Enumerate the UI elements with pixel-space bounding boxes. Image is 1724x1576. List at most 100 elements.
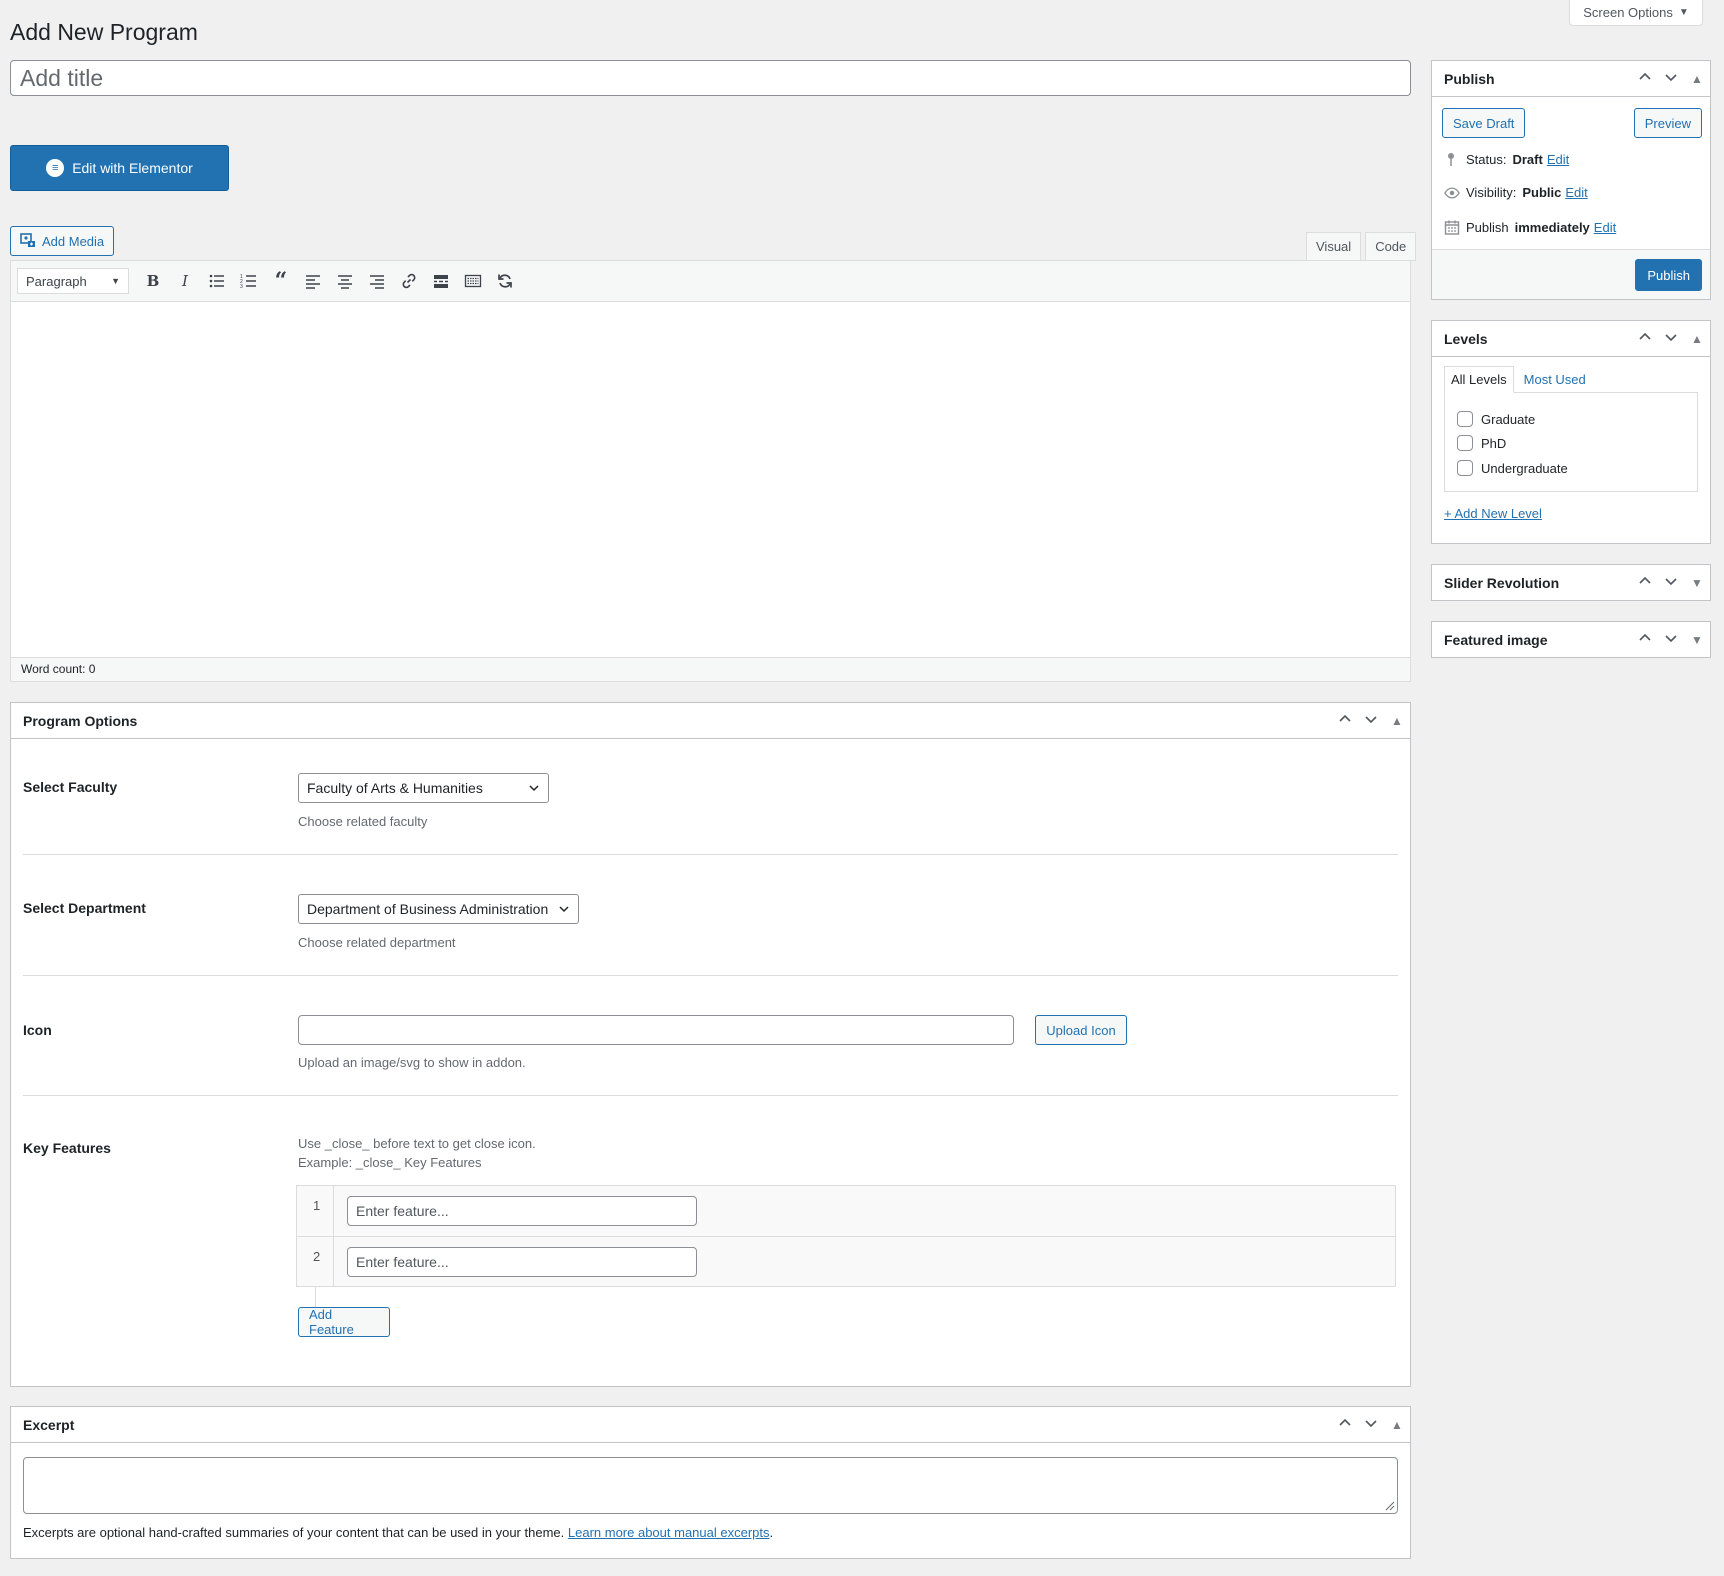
screen-options-button[interactable]: Screen Options ▼ — [1569, 0, 1703, 26]
edit-publish-time-link[interactable]: Edit — [1594, 220, 1616, 235]
add-media-button[interactable]: Add Media — [10, 226, 114, 256]
move-down-icon[interactable] — [1358, 1416, 1384, 1433]
edit-with-elementor-button[interactable]: ≡ Edit with Elementor — [10, 145, 229, 191]
edit-with-elementor-label: Edit with Elementor — [72, 160, 193, 176]
level-item-label: PhD — [1481, 435, 1507, 451]
move-down-icon[interactable] — [1658, 70, 1684, 87]
toggle-panel-icon[interactable]: ▼ — [1684, 576, 1710, 590]
toggle-panel-icon[interactable]: ▲ — [1384, 714, 1410, 728]
move-down-icon[interactable] — [1358, 712, 1384, 729]
toggle-panel-icon[interactable]: ▲ — [1684, 332, 1710, 346]
key-features-label: Key Features — [23, 1140, 111, 1156]
toolbar-toggle-icon[interactable] — [459, 267, 487, 295]
refresh-icon[interactable] — [491, 267, 519, 295]
bullet-list-icon[interactable] — [203, 267, 231, 295]
add-media-label: Add Media — [42, 233, 105, 249]
feature-input[interactable] — [347, 1247, 697, 1277]
move-down-icon[interactable] — [1658, 330, 1684, 347]
department-select[interactable]: Department of Business Administration — [298, 894, 579, 924]
department-description: Choose related department — [298, 935, 456, 950]
excerpt-help-text: Excerpts are optional hand-crafted summa… — [23, 1525, 565, 1540]
table-connector — [315, 1287, 316, 1307]
levels-title: Levels — [1444, 330, 1488, 347]
format-select[interactable]: Paragraph ▼ — [17, 268, 129, 294]
status-label: Status: — [1466, 151, 1507, 167]
save-draft-button[interactable]: Save Draft — [1442, 108, 1526, 138]
row-divider — [333, 1237, 334, 1286]
content-editor: Paragraph ▼ B I 123 “ Word count: 0 — [10, 260, 1411, 682]
align-left-icon[interactable] — [299, 267, 327, 295]
editor-content-area[interactable] — [11, 302, 1410, 657]
toggle-panel-icon[interactable]: ▼ — [1684, 633, 1710, 647]
preview-button[interactable]: Preview — [1633, 108, 1702, 138]
add-feature-button[interactable]: Add Feature — [298, 1307, 390, 1337]
move-down-icon[interactable] — [1658, 631, 1684, 648]
level-item-label: Undergraduate — [1481, 460, 1568, 476]
format-select-value: Paragraph — [26, 273, 87, 289]
icon-url-input[interactable] — [298, 1015, 1014, 1045]
levels-box: Levels ▲ Graduate PhD Undergraduate All … — [1431, 320, 1711, 544]
align-center-icon[interactable] — [331, 267, 359, 295]
edit-status-link[interactable]: Edit — [1547, 152, 1569, 167]
eye-icon — [1444, 186, 1460, 200]
title-input[interactable] — [10, 60, 1411, 96]
checkbox[interactable] — [1457, 411, 1473, 427]
checkbox[interactable] — [1457, 460, 1473, 476]
tab-most-used[interactable]: Most Used — [1514, 366, 1592, 393]
editor-toolbar: Paragraph ▼ B I 123 “ — [11, 261, 1410, 302]
excerpt-box: Excerpt ▲ Excerpts are optional hand-cra… — [10, 1406, 1411, 1559]
bold-icon[interactable]: B — [139, 267, 167, 295]
slider-revolution-title: Slider Revolution — [1444, 574, 1560, 591]
level-item[interactable]: PhD — [1457, 435, 1506, 451]
faculty-select[interactable]: Faculty of Arts & Humanities — [298, 773, 549, 803]
publish-title: Publish — [1444, 70, 1495, 87]
tab-all-levels[interactable]: All Levels — [1444, 366, 1514, 393]
tab-visual[interactable]: Visual — [1306, 232, 1362, 261]
level-item[interactable]: Undergraduate — [1457, 460, 1568, 476]
features-help-line-1: Use _close_ before text to get close ico… — [298, 1136, 536, 1151]
status-value: Draft — [1512, 151, 1543, 167]
italic-icon[interactable]: I — [171, 267, 199, 295]
add-media-icon — [20, 232, 36, 251]
move-up-icon[interactable] — [1632, 70, 1658, 87]
edit-visibility-link[interactable]: Edit — [1565, 185, 1587, 200]
publish-box: Publish ▲ Save Draft Preview Status: Dra… — [1431, 60, 1711, 300]
toggle-panel-icon[interactable]: ▲ — [1384, 1418, 1410, 1432]
publish-button[interactable]: Publish — [1635, 259, 1702, 291]
feature-row-number: 2 — [313, 1249, 321, 1264]
move-down-icon[interactable] — [1658, 574, 1684, 591]
toggle-panel-icon[interactable]: ▲ — [1684, 72, 1710, 86]
department-select-value: Department of Business Administration — [307, 901, 549, 917]
move-up-icon[interactable] — [1632, 330, 1658, 347]
excerpt-textarea[interactable] — [23, 1457, 1398, 1514]
blockquote-icon[interactable]: “ — [267, 267, 295, 295]
read-more-icon[interactable] — [427, 267, 455, 295]
move-up-icon[interactable] — [1332, 1416, 1358, 1433]
screen-options-label: Screen Options — [1583, 5, 1673, 20]
pin-icon — [1444, 151, 1460, 167]
move-up-icon[interactable] — [1332, 712, 1358, 729]
faculty-label: Select Faculty — [23, 779, 118, 795]
publish-time-row: Publish immediately Edit — [1444, 219, 1616, 235]
level-item[interactable]: Graduate — [1457, 411, 1535, 427]
link-icon[interactable] — [395, 267, 423, 295]
icon-description: Upload an image/svg to show in addon. — [298, 1055, 526, 1070]
tab-code[interactable]: Code — [1365, 232, 1417, 261]
visibility-row: Visibility: Public Edit — [1444, 185, 1588, 200]
department-label: Select Department — [23, 900, 146, 916]
resize-handle-icon[interactable] — [1383, 1499, 1395, 1511]
move-up-icon[interactable] — [1632, 631, 1658, 648]
checkbox[interactable] — [1457, 435, 1473, 451]
excerpt-help: Excerpts are optional hand-crafted summa… — [23, 1525, 773, 1540]
caret-down-icon: ▼ — [1678, 7, 1689, 18]
align-right-icon[interactable] — [363, 267, 391, 295]
row-divider — [333, 1186, 334, 1236]
upload-icon-button[interactable]: Upload Icon — [1035, 1015, 1127, 1045]
move-up-icon[interactable] — [1632, 574, 1658, 591]
featured-image-box: Featured image ▼ — [1431, 621, 1711, 658]
faculty-select-value: Faculty of Arts & Humanities — [307, 780, 483, 796]
feature-input[interactable] — [347, 1196, 697, 1226]
add-new-level-link[interactable]: + Add New Level — [1444, 506, 1542, 521]
numbered-list-icon[interactable]: 123 — [235, 267, 263, 295]
learn-more-excerpts-link[interactable]: Learn more about manual excerpts — [568, 1525, 770, 1540]
